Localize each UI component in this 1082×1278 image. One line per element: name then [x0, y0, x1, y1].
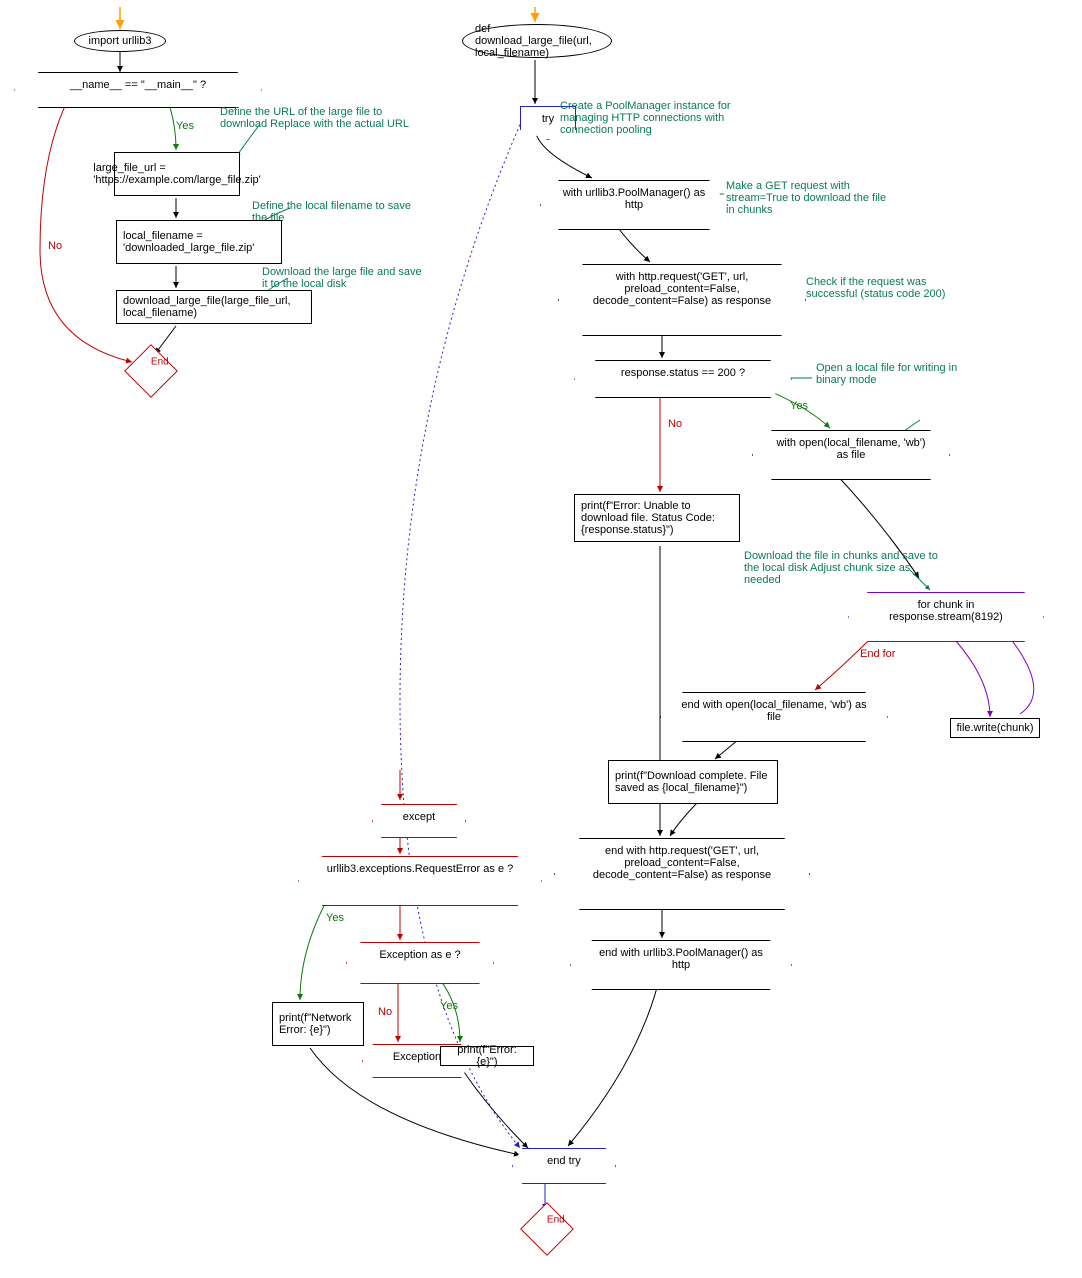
box-url: large_file_url = 'https://example.com/la…: [114, 152, 240, 196]
end-left: End: [124, 344, 178, 398]
loop-for: for chunk in response.stream(8192): [848, 592, 1044, 642]
comment-w2: Check if the request was successful (sta…: [806, 276, 976, 300]
with-request: with http.request('GET', url, preload_co…: [558, 264, 806, 336]
comment-try: Create a PoolManager instance for managi…: [560, 100, 750, 136]
node-endtry: end try: [512, 1148, 616, 1184]
box-err2: print(f"Error: {e}"): [440, 1046, 534, 1066]
box-fname: local_filename = 'downloaded_large_file.…: [116, 220, 282, 264]
node-def: def download_large_file(url, local_filen…: [462, 24, 612, 58]
label-yes-r: Yes: [790, 400, 808, 412]
endwith-pool: end with urllib3.PoolManager() as http: [570, 940, 792, 990]
decision-status: response.status == 200 ?: [574, 360, 792, 398]
comment-w1: Make a GET request with stream=True to d…: [726, 180, 896, 216]
box-err: print(f"Error: Unable to download file. …: [574, 494, 740, 542]
comment-cond: Open a local file for writing in binary …: [816, 362, 966, 386]
label-no-left: No: [48, 240, 62, 252]
box-done: print(f"Download complete. File saved as…: [608, 760, 778, 804]
box-write: file.write(chunk): [950, 718, 1040, 738]
decision-main: __name__ == "__main__" ?: [14, 72, 262, 108]
with-open: with open(local_filename, 'wb') as file: [752, 430, 950, 480]
comment-url: Define the URL of the large file to down…: [220, 106, 420, 130]
comment-dl: Download the large file and save it to t…: [262, 266, 422, 290]
with-poolmgr: with urllib3.PoolManager() as http: [540, 180, 728, 230]
end-right: End: [520, 1202, 574, 1256]
label-no-r: No: [668, 418, 682, 430]
label-yes-ex1: Yes: [326, 912, 344, 924]
label-yes-left: Yes: [176, 120, 194, 132]
label-yes-ex2: Yes: [440, 1000, 458, 1012]
decision-exc: Exception as e ?: [346, 942, 494, 984]
node-except: except: [372, 804, 466, 838]
box-neterr: print(f"Network Error: {e}"): [272, 1002, 364, 1046]
label-endfor: End for: [860, 648, 895, 660]
decision-reqerr: urllib3.exceptions.RequestError as e ?: [298, 856, 542, 906]
box-call: download_large_file(large_file_url, loca…: [116, 290, 312, 324]
node-import: import urllib3: [74, 30, 166, 52]
endwith-req: end with http.request('GET', url, preloa…: [554, 838, 810, 910]
label-no-ex2: No: [378, 1006, 392, 1018]
comment-loop: Download the file in chunks and save to …: [744, 550, 944, 586]
endwith-open: end with open(local_filename, 'wb') as f…: [660, 692, 888, 742]
